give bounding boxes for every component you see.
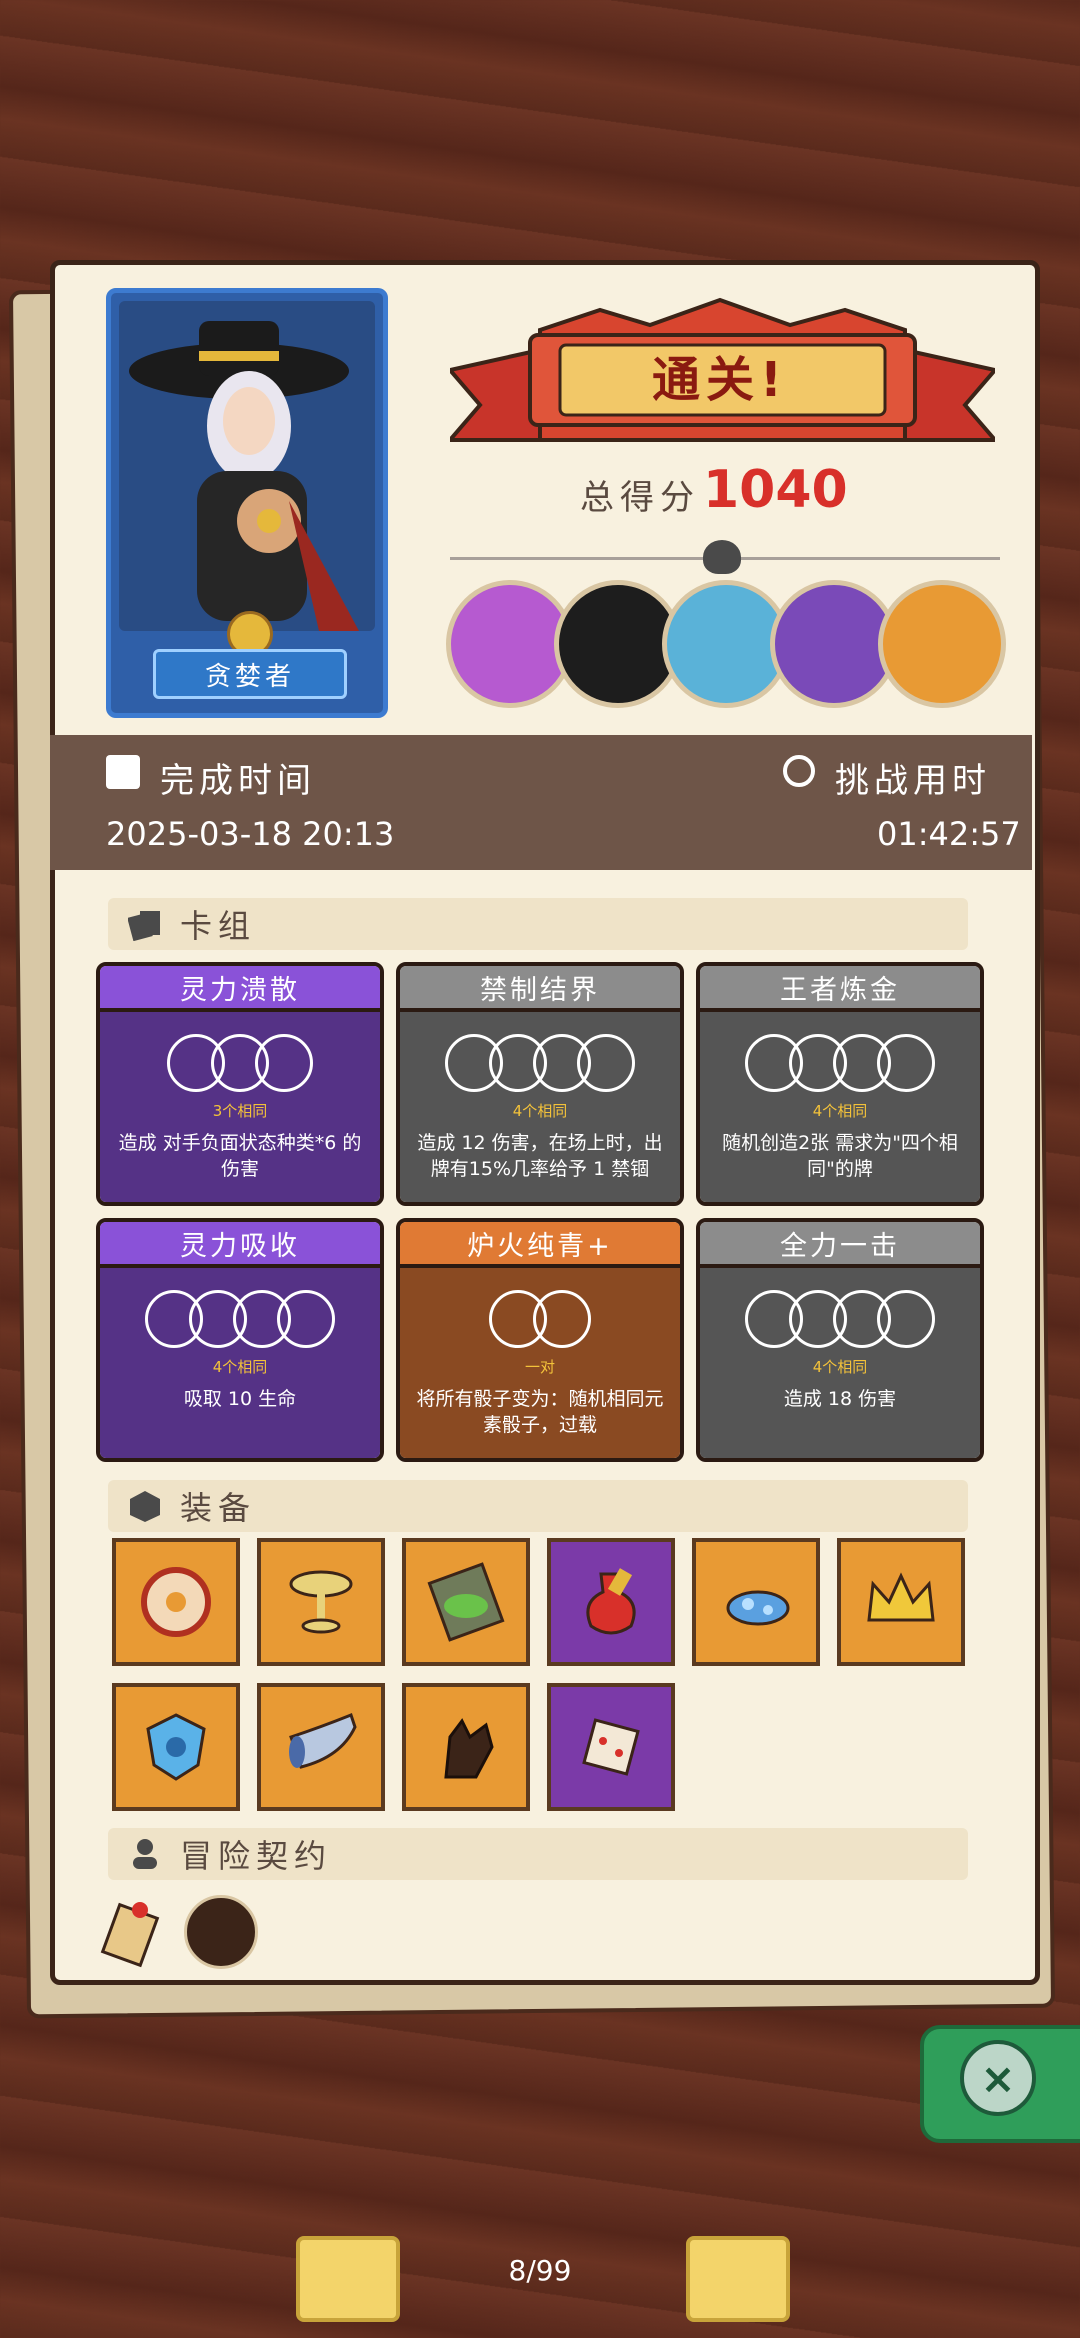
page-indicator: 8/99 — [508, 2254, 572, 2287]
skill-card-title: 炉火纯青+ — [400, 1222, 680, 1268]
dice-slots — [100, 1034, 380, 1092]
hero-name: 贪婪者 — [153, 649, 347, 699]
equip-slot-6[interactable] — [837, 1538, 965, 1666]
hero-portrait — [119, 301, 375, 631]
prev-page-button[interactable] — [296, 2236, 400, 2322]
stopwatch-icon — [783, 755, 815, 787]
victory-title: 通关! — [652, 352, 788, 408]
close-button[interactable]: × — [960, 2040, 1036, 2116]
equip-slot-9[interactable] — [402, 1683, 530, 1811]
film-icon — [106, 755, 140, 789]
skill-card-2[interactable]: 禁制结界 4个相同 造成 12 伤害，在场上时，出牌有15%几率给予 1 禁锢 — [396, 962, 684, 1206]
equip-slot-7[interactable] — [112, 1683, 240, 1811]
info-band: 完成时间 2025-03-18 20:13 挑战用时 01:42:57 — [50, 735, 1032, 870]
dice-requirement: 4个相同 — [812, 1102, 868, 1120]
equip-slot-8[interactable] — [257, 1683, 385, 1811]
next-page-button[interactable] — [686, 2236, 790, 2322]
equip-slot-3[interactable] — [402, 1538, 530, 1666]
horn-icon — [289, 1713, 357, 1769]
dice-requirement: 4个相同 — [812, 1358, 868, 1376]
duration-value: 01:42:57 — [877, 815, 1021, 853]
boss-portrait-5 — [878, 580, 1006, 708]
contract-header: 冒险契约 — [108, 1828, 968, 1880]
hero-card: 贪婪者 — [106, 288, 388, 718]
finish-time-label: 完成时间 — [160, 761, 316, 801]
dice-slots — [100, 1290, 380, 1348]
deck-label: 卡组 — [180, 907, 257, 945]
slime-tome-icon — [427, 1562, 505, 1642]
donut-icon — [141, 1567, 211, 1637]
skill-card-title: 禁制结界 — [400, 966, 680, 1012]
equip-slot-4[interactable] — [547, 1538, 675, 1666]
skill-card-4[interactable]: 灵力吸收 4个相同 吸取 10 生命 — [96, 1218, 384, 1462]
skill-card-title: 灵力吸收 — [100, 1222, 380, 1268]
equipment-label: 装备 — [180, 1489, 257, 1527]
skill-card-1[interactable]: 灵力溃散 3个相同 造成 对手负面状态种类*6 的伤害 — [96, 962, 384, 1206]
skill-card-5[interactable]: 炉火纯青+ 一对 将所有骰子变为：随机相同元素骰子，过载 — [396, 1218, 684, 1462]
dice-slots — [400, 1034, 680, 1092]
skill-card-title: 灵力溃散 — [100, 966, 380, 1012]
scroll-icon[interactable] — [100, 1890, 172, 1970]
dice-requirement: 4个相同 — [212, 1358, 268, 1376]
pipe-icon[interactable] — [184, 1895, 258, 1969]
equip-slot-1[interactable] — [112, 1538, 240, 1666]
skill-card-3[interactable]: 王者炼金 4个相同 随机创造2张 需求为"四个相同"的牌 — [696, 962, 984, 1206]
skill-card-desc: 造成 12 伤害，在场上时，出牌有15%几率给予 1 禁锢 — [417, 1132, 663, 1180]
person-icon — [133, 1839, 157, 1869]
duration-label: 挑战用时 — [835, 761, 991, 801]
skill-card-desc: 将所有骰子变为：随机相同元素骰子，过载 — [416, 1388, 664, 1436]
contract-label: 冒险契约 — [180, 1837, 333, 1875]
spiked-die-icon — [582, 1718, 640, 1776]
dark-glove-icon — [444, 1718, 494, 1779]
score-label: 总得分 — [580, 478, 700, 518]
skill-card-title: 全力一击 — [700, 1222, 980, 1268]
finish-time-value: 2025-03-18 20:13 — [106, 815, 395, 853]
dice-slots — [700, 1034, 980, 1092]
skill-card-desc: 造成 对手负面状态种类*6 的伤害 — [118, 1132, 362, 1180]
equip-slot-2[interactable] — [257, 1538, 385, 1666]
crown-icon — [867, 1572, 935, 1622]
skill-card-title: 王者炼金 — [700, 966, 980, 1012]
skull-emblem-icon — [703, 540, 741, 574]
dice-requirement: 3个相同 — [212, 1102, 268, 1120]
blue-shield-icon — [146, 1713, 206, 1781]
box-icon — [130, 1491, 160, 1522]
equipment-header: 装备 — [108, 1480, 968, 1532]
skill-card-desc: 随机创造2张 需求为"四个相同"的牌 — [722, 1132, 958, 1180]
dice-requirement: 一对 — [524, 1358, 555, 1376]
equip-slot-5[interactable] — [692, 1538, 820, 1666]
skill-card-6[interactable]: 全力一击 4个相同 造成 18 伤害 — [696, 1218, 984, 1462]
equip-slot-10[interactable] — [547, 1683, 675, 1811]
dice-requirement: 4个相同 — [512, 1102, 568, 1120]
cards-icon — [128, 911, 160, 941]
deck-header: 卡组 — [108, 898, 968, 950]
dice-slots — [700, 1290, 980, 1348]
red-flask-icon — [586, 1568, 636, 1635]
skill-card-desc: 造成 18 伤害 — [783, 1388, 897, 1410]
close-icon: × — [980, 2053, 1016, 2103]
chalice-icon — [289, 1570, 353, 1634]
score-value: 1040 — [703, 460, 848, 520]
dice-slots — [400, 1290, 680, 1348]
skill-card-desc: 吸取 10 生命 — [183, 1388, 297, 1410]
blue-stone-icon — [726, 1590, 790, 1626]
